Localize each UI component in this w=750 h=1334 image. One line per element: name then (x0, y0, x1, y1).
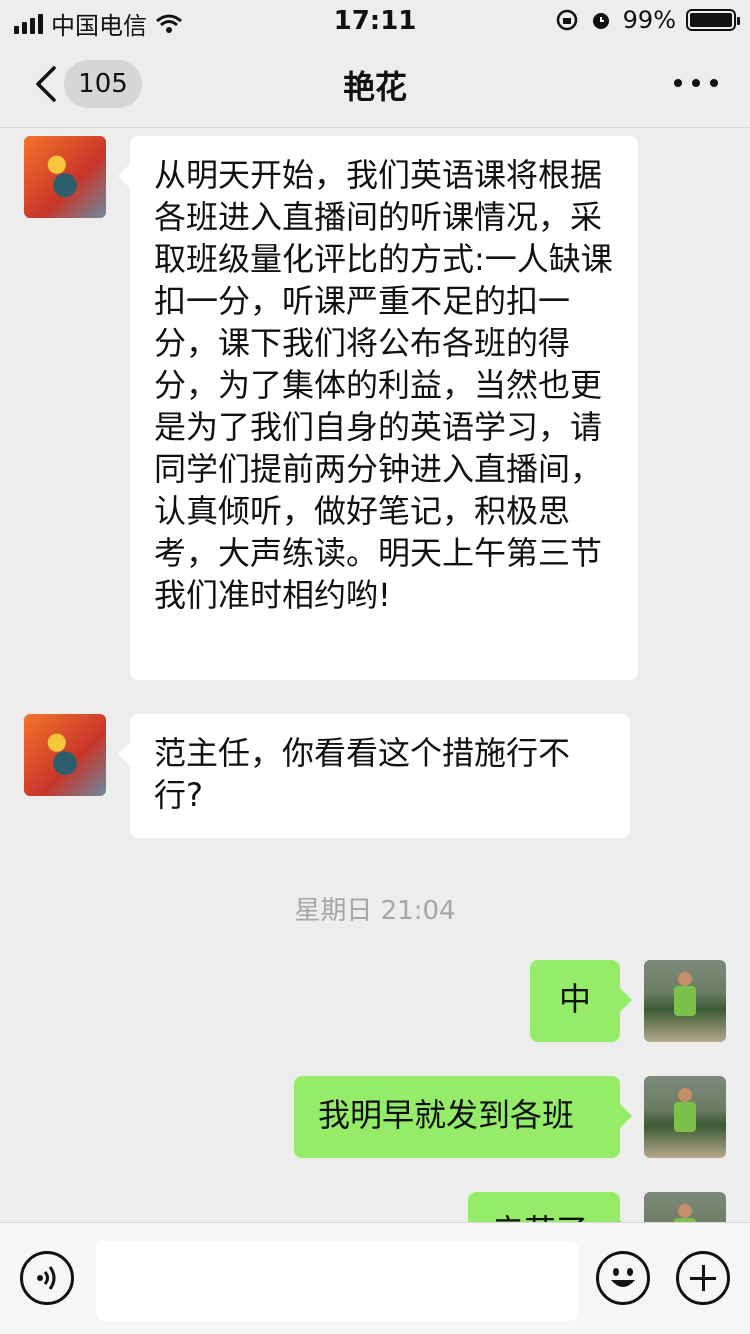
status-bar: 中国电信 17:11 99% (0, 0, 750, 40)
voice-icon[interactable] (20, 1251, 74, 1305)
plus-icon[interactable] (676, 1251, 730, 1305)
self-avatar[interactable] (644, 1192, 726, 1222)
self-avatar[interactable] (644, 1076, 726, 1158)
message-bubble[interactable]: 从明天开始，我们英语课将根据各班进入直播间的听课情况，采取班级量化评比的方式:一… (118, 136, 638, 680)
message-bubble[interactable]: 中 (530, 960, 632, 1042)
sender-avatar[interactable] (24, 136, 106, 218)
chat-title: 艳花 (342, 68, 407, 106)
self-avatar[interactable] (644, 960, 726, 1042)
message-bubble[interactable]: 范主任，你看看这个措施行不行? (118, 714, 630, 838)
alarm-icon (592, 13, 609, 29)
sender-avatar[interactable] (24, 714, 106, 796)
status-right: 99% (555, 6, 740, 34)
battery-fill (690, 13, 732, 27)
emoji-icon[interactable] (596, 1251, 650, 1305)
message-bubble[interactable]: 我明早就发到各班 (294, 1076, 632, 1158)
battery-icon (686, 9, 740, 31)
chat-header: 105 艳花 (0, 40, 750, 128)
message-input[interactable] (96, 1241, 578, 1321)
timestamp: 星期日 21:04 (294, 896, 456, 926)
message-bubble[interactable]: 辛苦了 (468, 1192, 632, 1222)
battery-percent: 99% (622, 6, 676, 34)
rotation-lock-icon (556, 9, 577, 31)
more-icon[interactable] (674, 68, 718, 98)
input-bar (0, 1222, 750, 1334)
message-list[interactable]: 从明天开始，我们英语课将根据各班进入直播间的听课情况，采取班级量化评比的方式:一… (0, 128, 750, 1222)
